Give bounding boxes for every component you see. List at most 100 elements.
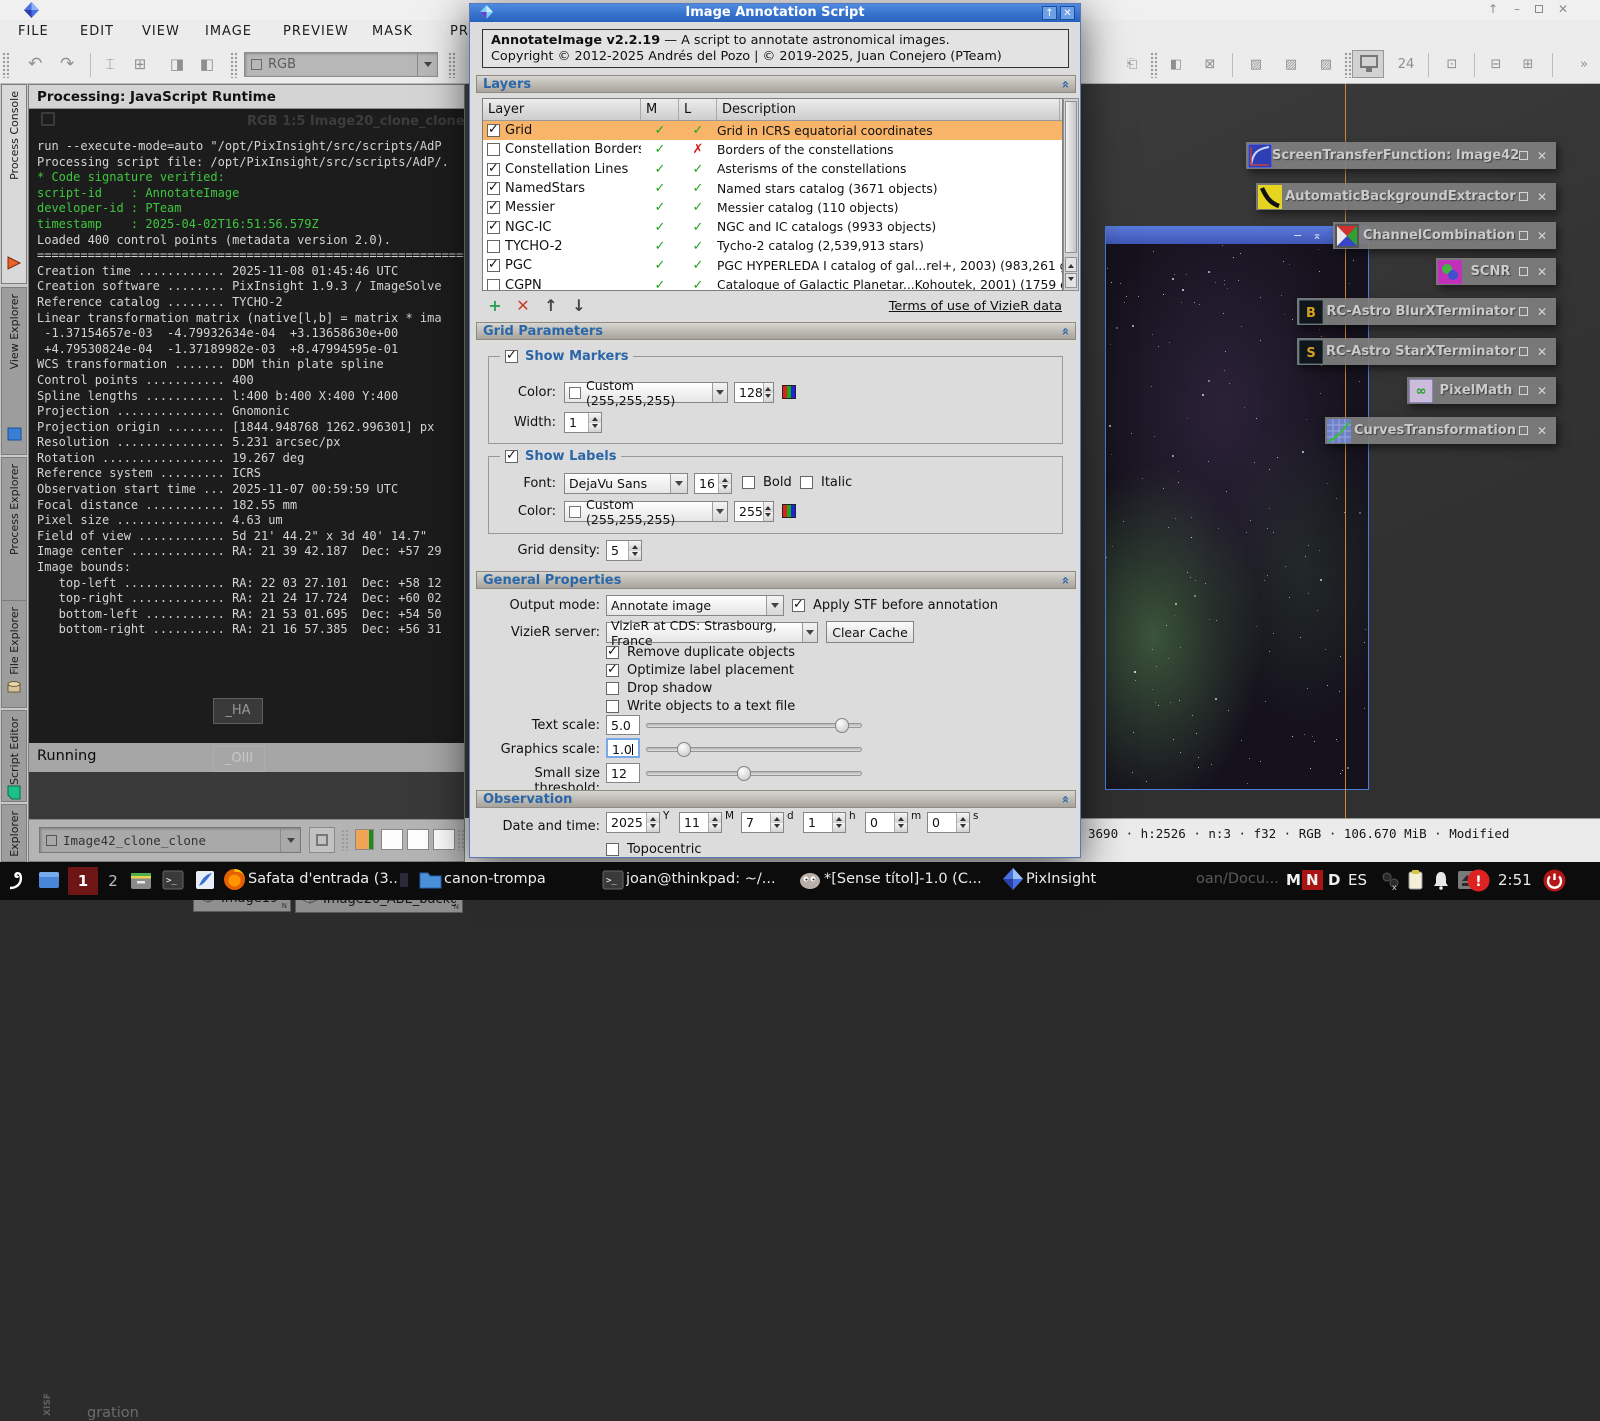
active-channel-swatch[interactable]	[355, 829, 374, 850]
marker-alpha-value[interactable]: 128	[735, 383, 763, 402]
app-minimize-button[interactable]: –	[1508, 2, 1526, 17]
layer-name-cell[interactable]: NGC-IC	[483, 219, 641, 235]
taskbar-window-title[interactable]: *[Sense títol]-1.0 (C...	[824, 871, 992, 887]
process-bar-rc-astro-blurxterminator[interactable]: B RC-Astro BlurXTerminator ✕	[1297, 298, 1556, 325]
spin-up-icon[interactable]	[763, 383, 773, 393]
clear-cache-button[interactable]: Clear Cache	[826, 621, 914, 643]
add-layer-button[interactable]: +	[484, 296, 506, 316]
table-row[interactable]: Constellation Borders ✓ ✗ Borders of the co…	[483, 140, 1062, 159]
layer-enabled-checkbox[interactable]	[487, 143, 500, 157]
process-bar-rc-astro-starxterminator[interactable]: S RC-Astro StarXTerminator ✕	[1297, 338, 1556, 365]
bits-24-icon[interactable]: 24	[1396, 54, 1416, 74]
date-s-spinner[interactable]: 0	[927, 812, 970, 833]
app-launcher-swan[interactable]	[4, 867, 30, 897]
close-view-icon[interactable]: ⎗	[1122, 54, 1142, 74]
process-bar-screentransferfunction-image42[interactable]: ScreenTransferFunction: Image42 ✕	[1246, 142, 1556, 169]
app-restore-button[interactable]	[1530, 2, 1548, 17]
mask-select-icon[interactable]: ▨	[1316, 54, 1336, 74]
spin-up-icon[interactable]	[895, 813, 907, 823]
scroll-up-icon[interactable]	[1065, 257, 1077, 272]
grid-density-spinner[interactable]: 5	[606, 540, 642, 561]
remove-layer-button[interactable]: ✕	[512, 296, 534, 316]
layer-enabled-checkbox[interactable]	[487, 161, 500, 176]
slider-thumb[interactable]	[737, 766, 751, 781]
layer-enabled-checkbox[interactable]	[487, 180, 500, 196]
menu-image[interactable]: IMAGE	[205, 24, 252, 39]
notes-app[interactable]	[192, 867, 218, 897]
clone-view-icon[interactable]: ◨	[167, 54, 187, 74]
spin-down-icon[interactable]	[589, 422, 601, 432]
spin-down-icon[interactable]	[895, 822, 907, 832]
mask-show-icon[interactable]: ▨	[1281, 54, 1301, 74]
taskbar-window-folder-icon[interactable]	[418, 867, 443, 896]
sidebar-item-history-explorer[interactable]: History Explorer	[1, 804, 27, 862]
process-bar-automaticbackgroundextractor[interactable]: AutomaticBackgroundExtractor ✕	[1256, 183, 1556, 210]
layer-enabled-checkbox[interactable]	[487, 219, 500, 234]
process-restore-icon[interactable]	[1518, 192, 1528, 201]
topocentric-option[interactable]: Topocentric	[606, 842, 701, 857]
section-layers[interactable]: Layers «	[476, 75, 1076, 93]
spin-down-icon[interactable]	[647, 822, 659, 832]
text-scale-input[interactable]: 5.0	[606, 715, 640, 735]
font-size-value[interactable]: 16	[695, 474, 718, 493]
graphics-scale-slider[interactable]	[646, 742, 862, 757]
collapse-icon[interactable]: «	[1057, 80, 1072, 88]
font-combo[interactable]: DejaVu Sans	[564, 473, 688, 494]
option-checkbox[interactable]	[606, 662, 619, 677]
spin-up-icon[interactable]	[709, 813, 721, 823]
menu-edit[interactable]: EDIT	[80, 24, 114, 39]
collapse-icon[interactable]: «	[1057, 576, 1072, 584]
taskbar-window-title[interactable]: PixInsight	[1026, 871, 1102, 887]
spin-up-icon[interactable]	[647, 813, 659, 823]
taskbar-window-title[interactable]: joan@thinkpad: ~/...	[626, 871, 790, 887]
table-row[interactable]: NGC-IC ✓ ✓ NGC and IC catalogs (9933 object…	[483, 217, 1062, 236]
channel-swatch[interactable]	[433, 829, 455, 850]
date-Y-spinner[interactable]: 2025	[606, 812, 660, 833]
table-header-layer[interactable]: Layer	[483, 99, 641, 120]
process-close-icon[interactable]: ✕	[1537, 424, 1547, 438]
layer-name-cell[interactable]: NamedStars	[483, 180, 641, 196]
sidebar-item-file-explorer[interactable]: File Explorer	[1, 600, 27, 708]
taskbar-window-firefox-icon[interactable]	[222, 867, 247, 896]
show-labels-checkbox[interactable]	[505, 448, 518, 463]
spin-down-icon[interactable]	[709, 822, 721, 832]
table-row[interactable]: PGC ✓ ✓ PGC HYPERLEDA I catalog of gal...re…	[483, 256, 1062, 275]
image-window-titlebar[interactable]: − ⌅ + ✕	[1106, 227, 1368, 244]
zoom-in-window-icon[interactable]: ⊞	[1518, 54, 1538, 74]
kbd-indicator-n[interactable]: N	[1302, 870, 1323, 890]
layer-name-cell[interactable]: Messier	[483, 199, 641, 215]
layer-enabled-checkbox[interactable]	[487, 122, 500, 138]
scrollbar-thumb[interactable]	[1065, 101, 1077, 253]
view-selector-arrow[interactable]	[280, 828, 300, 852]
option-drop-shadow[interactable]: Drop shadow	[606, 681, 712, 696]
layer-name-cell[interactable]: CGPN	[483, 278, 641, 290]
process-close-icon[interactable]: ✕	[1537, 384, 1547, 398]
dialog-titlebar[interactable]: Image Annotation Script	[470, 4, 1080, 22]
delete-view-icon[interactable]: ⊠	[1200, 54, 1220, 74]
spin-down-icon[interactable]	[763, 392, 773, 402]
dialog-close-button[interactable]: ✕	[1060, 6, 1075, 20]
process-bar-channelcombination[interactable]: ChannelCombination ✕	[1333, 222, 1556, 249]
taskbar-window-terminal-icon[interactable]: >_	[600, 867, 626, 897]
table-row[interactable]: CGPN ✓ ✓ Catalogue of Galactic Planetar...K…	[483, 275, 1062, 290]
marker-width-value[interactable]: 1	[565, 413, 588, 432]
collapse-icon[interactable]: «	[1057, 327, 1072, 335]
font-size-spinner[interactable]: 16	[694, 473, 732, 494]
layer-name-cell[interactable]: PGC	[483, 257, 641, 273]
graphics-scale-input[interactable]: 1.0	[606, 738, 640, 758]
move-layer-up-button[interactable]: ↑	[540, 296, 562, 316]
date-value[interactable]: 2025	[607, 813, 646, 832]
date-value[interactable]: 7	[742, 813, 770, 832]
option-checkbox[interactable]	[606, 682, 619, 695]
view-history-button[interactable]	[309, 827, 335, 853]
image-window-shade-icon[interactable]: ⌅	[1312, 229, 1321, 242]
redo-icon[interactable]: ↷	[60, 54, 74, 74]
spin-up-icon[interactable]	[589, 413, 601, 423]
layers-table-rows[interactable]: Grid ✓ ✓ Grid in ICRS equatorial coordinate…	[483, 121, 1062, 290]
file-archiver[interactable]	[128, 867, 154, 897]
image-annotation-dialog[interactable]: Image Annotation Script ↑ ✕ AnnotateImag…	[469, 3, 1081, 858]
option-write-objects-to-a-text-file[interactable]: Write objects to a text file	[606, 699, 795, 714]
starfield-image[interactable]	[1106, 244, 1368, 789]
layers-table-header[interactable]: Layer M L Description	[483, 99, 1062, 121]
vizier-terms-link[interactable]: Terms of use of VizieR data	[889, 299, 1062, 314]
